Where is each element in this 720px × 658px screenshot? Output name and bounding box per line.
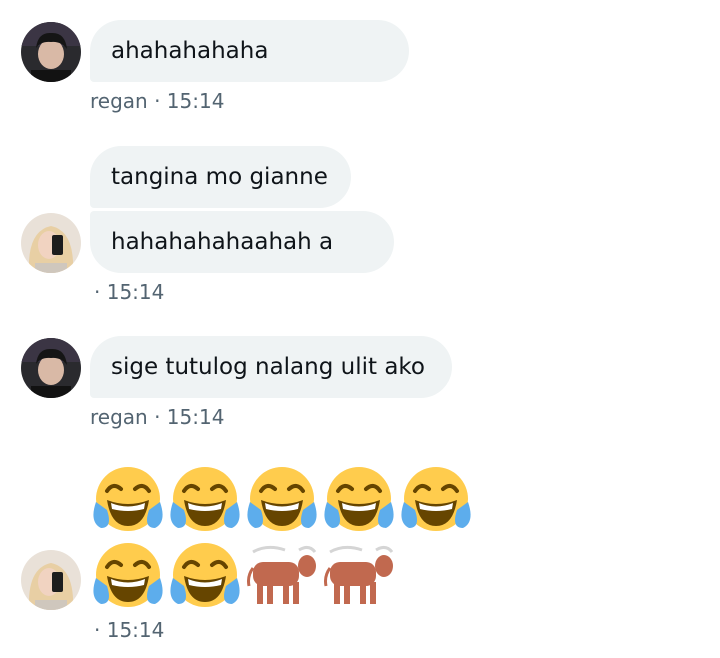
message-bubble[interactable]: sige tutulog nalang ulit ako — [90, 336, 452, 398]
avatar-gianne[interactable] — [21, 213, 81, 273]
avatar-regan[interactable] — [21, 338, 81, 398]
emoji-tears-of-joy — [247, 464, 317, 534]
message-text: sige tutulog nalang ulit ako — [111, 354, 425, 380]
emoji-ox — [324, 540, 394, 610]
emoji-tears-of-joy — [324, 464, 394, 534]
message-text: ahahahahaha — [111, 38, 269, 64]
emoji-tears-of-joy — [93, 540, 163, 610]
emoji-ox — [247, 540, 317, 610]
message-bubble[interactable]: hahahahahaahah a — [90, 211, 394, 273]
emoji-tears-of-joy — [170, 464, 240, 534]
avatar-gianne[interactable] — [21, 550, 81, 610]
avatar-regan[interactable] — [21, 22, 81, 82]
message-bubble[interactable]: tangina mo gianne — [90, 146, 351, 208]
emoji-tears-of-joy — [170, 540, 240, 610]
message-bubble[interactable]: ahahahahaha — [90, 20, 409, 82]
message-text: hahahahahaahah a — [111, 229, 334, 255]
message-meta: · 15:14 — [94, 280, 165, 304]
emoji-tears-of-joy — [93, 464, 163, 534]
emoji-tears-of-joy — [401, 464, 471, 534]
message-meta: regan · 15:14 — [90, 405, 225, 429]
message-text: tangina mo gianne — [111, 164, 328, 190]
message-meta: regan · 15:14 — [90, 89, 225, 113]
message-meta: · 15:14 — [94, 618, 165, 642]
